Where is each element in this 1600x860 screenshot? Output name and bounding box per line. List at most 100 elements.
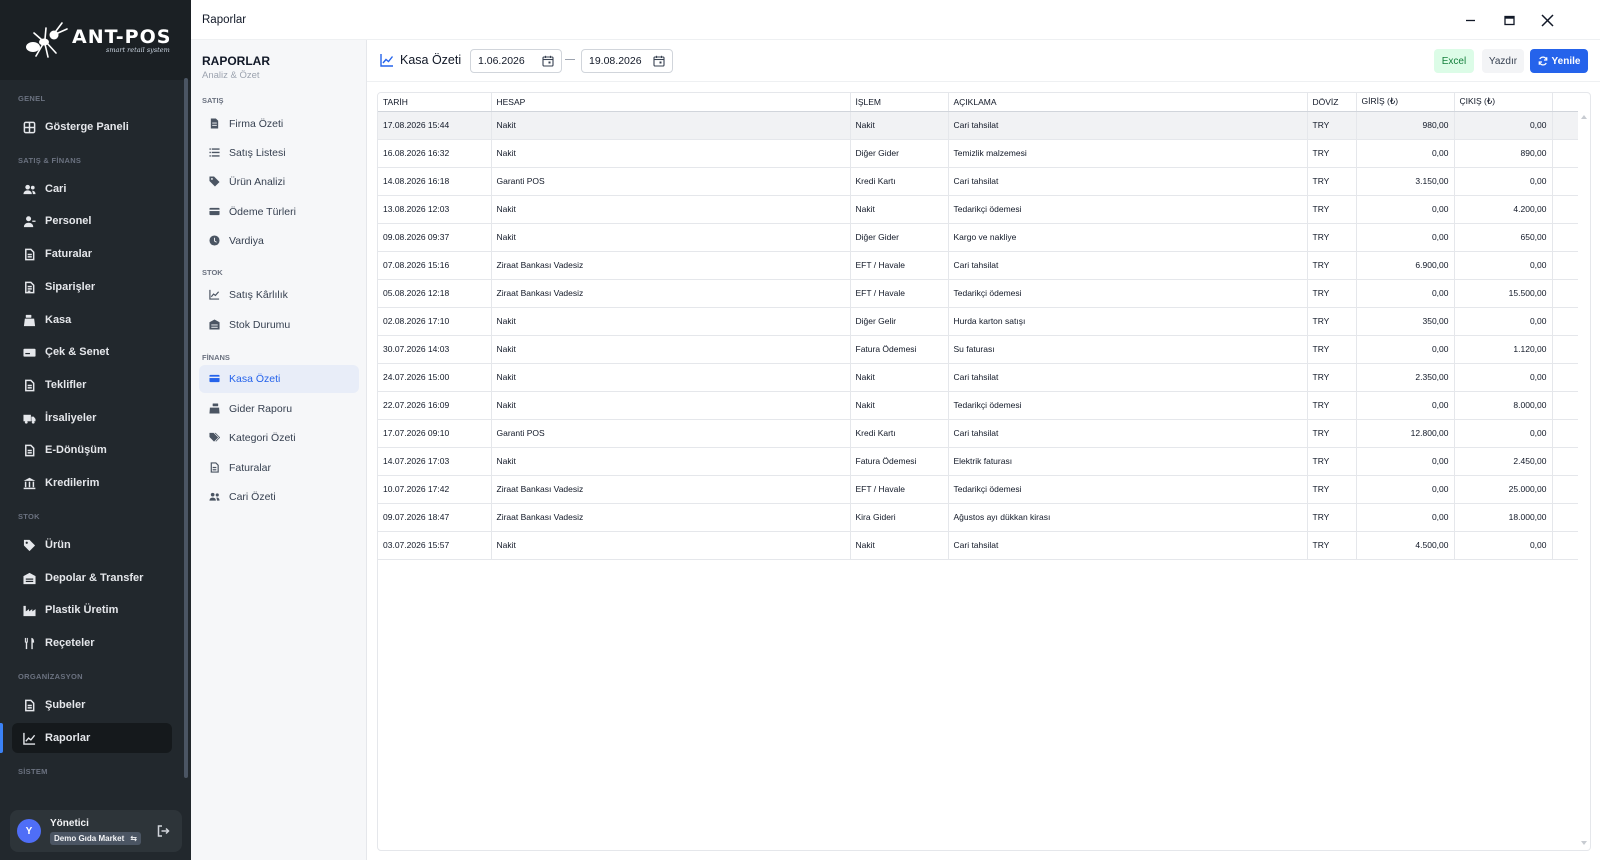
user-name: Yönetici (50, 817, 89, 829)
report-item-gider-raporu[interactable]: Gider Raporu (199, 395, 359, 423)
cell-doviz: TRY (1307, 335, 1357, 364)
cell-aciklama: Cari tahsilat (948, 111, 1308, 140)
sidebar-item-teklifler[interactable]: Teklifler (12, 370, 172, 400)
nav-section-organizasyon: ORGANİZASYON (18, 672, 83, 681)
table-row[interactable]: 30.07.2026 14:03 Nakit Fatura Ödemesi Su fa… (378, 335, 1578, 364)
chart-line-icon (209, 289, 221, 301)
refresh-button[interactable]: Yenile (1530, 49, 1588, 73)
cell-filler (1552, 475, 1578, 504)
date-from-input[interactable]: 1.06.2026 (470, 49, 562, 73)
cash-register-icon (22, 313, 36, 327)
sidebar-item-label: Ürün (45, 539, 71, 551)
sidebar-item-irsaliyeler[interactable]: İrsaliyeler (12, 403, 172, 433)
sidebar-item-kasa[interactable]: Kasa (12, 305, 172, 335)
table-row[interactable]: 03.07.2026 15:57 Nakit Nakit Cari tahsilat T… (378, 531, 1578, 560)
scroll-up-icon[interactable] (1581, 115, 1587, 119)
column-header-aciklama[interactable]: AÇIKLAMA (948, 93, 1308, 112)
table-row[interactable]: 16.08.2026 16:32 Nakit Diğer Gider Temizlik… (378, 139, 1578, 168)
sidebar-item-cek-senet[interactable]: Çek & Senet (12, 337, 172, 367)
table-row[interactable]: 22.07.2026 16:09 Nakit Nakit Tedarikçi ödem… (378, 391, 1578, 420)
report-item-cari-ozeti[interactable]: Cari Özeti (199, 483, 359, 511)
sidebar-item-subeler[interactable]: Şubeler (12, 690, 172, 720)
column-header-islem[interactable]: İŞLEM (850, 93, 949, 112)
table-row[interactable]: 24.07.2026 15:00 Nakit Nakit Cari tahsilat T… (378, 363, 1578, 392)
cell-tarih: 22.07.2026 16:09 (378, 391, 492, 420)
sidebar-item-e-donusum[interactable]: E-Dönüşüm (12, 435, 172, 465)
user-card[interactable]: Y Yönetici Demo Gıda Market ⇆ (10, 810, 182, 852)
switch-icon: ⇆ (130, 833, 137, 843)
report-item-faturalar[interactable]: Faturalar (199, 454, 359, 482)
table-scrollbar[interactable] (1579, 111, 1589, 849)
cell-islem: Fatura Ödemesi (850, 447, 949, 476)
cell-giris: 0,00 (1356, 139, 1455, 168)
brand-logo[interactable]: ANT-POS smart retail system (24, 20, 171, 60)
table-row[interactable]: 17.08.2026 15:44 Nakit Nakit Cari tahsilat T… (378, 111, 1578, 140)
cell-giris: 3.150,00 (1356, 167, 1455, 196)
sidebar-item-plastik-uretim[interactable]: Plastik Üretim (12, 595, 172, 625)
table-row[interactable]: 13.08.2026 12:03 Nakit Nakit Tedarikçi ödem… (378, 195, 1578, 224)
report-item-kategori-ozeti[interactable]: Kategori Özeti (199, 424, 359, 452)
factory-icon (22, 603, 36, 617)
column-header-filler (1552, 93, 1578, 112)
sidebar-item-kredilerim[interactable]: Kredilerim (12, 468, 172, 498)
report-item-kasa-ozeti[interactable]: Kasa Özeti (199, 365, 359, 393)
maximize-icon[interactable] (1500, 11, 1518, 29)
cell-doviz: TRY (1307, 363, 1357, 392)
report-item-label: Ödeme Türleri (229, 206, 296, 218)
sidebar-item-personel[interactable]: Personel (12, 206, 172, 236)
cell-islem: EFT / Havale (850, 279, 949, 308)
sidebar-item-siparisler[interactable]: Siparişler (12, 272, 172, 302)
scroll-down-icon[interactable] (1581, 841, 1587, 845)
table-row[interactable]: 05.08.2026 12:18 Ziraat Bankası Vadesiz EF… (378, 279, 1578, 308)
cell-tarih: 14.08.2026 16:18 (378, 167, 492, 196)
cell-cikis: 0,00 (1454, 307, 1553, 336)
table-row[interactable]: 07.08.2026 15:16 Ziraat Bankası Vadesiz EF… (378, 251, 1578, 280)
table-row[interactable]: 02.08.2026 17:10 Nakit Diğer Gelir Hurda ka… (378, 307, 1578, 336)
calendar-icon[interactable] (542, 55, 554, 67)
report-item-vardiya[interactable]: Vardiya (199, 227, 359, 255)
sidebar-item-label: Siparişler (45, 281, 96, 293)
report-item-odeme-turleri[interactable]: Ödeme Türleri (199, 198, 359, 226)
active-indicator (0, 723, 3, 753)
column-header-tarih[interactable]: TARİH (378, 93, 492, 112)
table-row[interactable]: 09.08.2026 09:37 Nakit Diğer Gider Kargo ve… (378, 223, 1578, 252)
sidebar-scrollbar[interactable] (184, 78, 188, 778)
cell-islem: Kredi Kartı (850, 419, 949, 448)
report-item-firma-ozeti[interactable]: Firma Özeti (199, 110, 359, 138)
table-row[interactable]: 10.07.2026 17:42 Ziraat Bankası Vadesiz EF… (378, 475, 1578, 504)
report-item-urun-analizi[interactable]: Ürün Analizi (199, 168, 359, 196)
excel-button[interactable]: Excel (1434, 49, 1474, 73)
table-row[interactable]: 09.07.2026 18:47 Ziraat Bankası Vadesiz Ki… (378, 503, 1578, 532)
report-item-satis-karlilik[interactable]: Satış Kârlılık (199, 281, 359, 309)
sidebar-item-depolar-transfer[interactable]: Depolar & Transfer (12, 563, 172, 593)
column-header-doviz[interactable]: DÖVİZ (1307, 93, 1357, 112)
report-item-satis-listesi[interactable]: Satış Listesi (199, 139, 359, 167)
company-name: Demo Gıda Market (54, 833, 125, 843)
table-row[interactable]: 14.07.2026 17:03 Nakit Fatura Ödemesi Elekt… (378, 447, 1578, 476)
report-item-stok-durumu[interactable]: Stok Durumu (199, 311, 359, 339)
sidebar-item-cari[interactable]: Cari (12, 174, 172, 204)
minimize-icon[interactable] (1461, 11, 1479, 29)
cell-tarih: 17.07.2026 09:10 (378, 419, 492, 448)
company-switcher[interactable]: Demo Gıda Market ⇆ (50, 831, 141, 845)
sidebar-item-urun[interactable]: Ürün (12, 530, 172, 560)
table-row[interactable]: 17.07.2026 09:10 Garanti POS Kredi Kartı Ca… (378, 419, 1578, 448)
sidebar-item-dashboard[interactable]: Gösterge Paneli (12, 112, 172, 142)
date-to-input[interactable]: 19.08.2026 (581, 49, 673, 73)
logout-icon[interactable] (156, 824, 170, 838)
close-icon[interactable] (1538, 11, 1556, 29)
column-header-cikis[interactable]: ÇIKIŞ (₺) (1454, 93, 1553, 112)
column-header-giris[interactable]: GİRİŞ (₺) (1356, 93, 1455, 112)
cell-hesap: Nakit (491, 307, 851, 336)
cell-cikis: 0,00 (1454, 251, 1553, 280)
table-row[interactable]: 14.08.2026 16:18 Garanti POS Kredi Kartı Ca… (378, 167, 1578, 196)
sidebar-item-receteler[interactable]: Reçeteler (12, 628, 172, 658)
calendar-icon[interactable] (653, 55, 665, 67)
report-item-label: Satış Kârlılık (229, 289, 288, 301)
sidebar-item-raporlar[interactable]: Raporlar (12, 723, 172, 753)
cell-hesap: Nakit (491, 111, 851, 140)
sidebar-item-faturalar[interactable]: Faturalar (12, 239, 172, 269)
column-header-hesap[interactable]: HESAP (491, 93, 851, 112)
print-button[interactable]: Yazdır (1482, 49, 1524, 73)
cell-filler (1552, 503, 1578, 532)
